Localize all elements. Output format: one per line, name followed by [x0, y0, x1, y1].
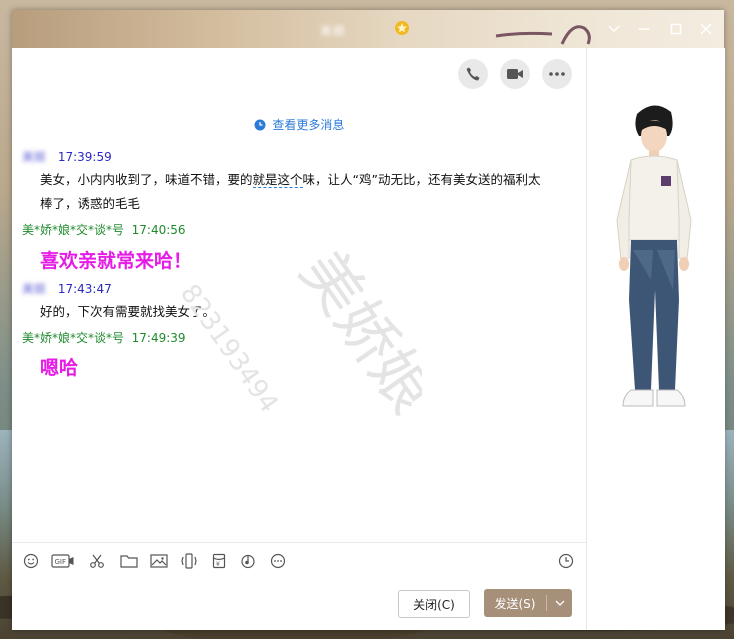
gif-icon: GIF: [51, 554, 74, 568]
minimize-icon: [639, 28, 649, 30]
svg-text:¥: ¥: [216, 561, 220, 568]
message-text: 喜欢亲就常来哈！: [40, 250, 193, 272]
vip-star-icon[interactable]: [394, 20, 410, 39]
chat-panel: 查看更多消息 美姬 17:39:59 美女，小内内收到了，味道不错，要的就是这个…: [12, 48, 586, 630]
voice-call-button[interactable]: [458, 59, 488, 89]
chevron-down-icon: [608, 25, 620, 33]
send-options-dropdown[interactable]: [547, 589, 572, 617]
image-icon: [150, 554, 168, 568]
clock-icon: [254, 119, 266, 131]
message-header: 美*娇*娘*交*谈*号 17:40:56: [22, 221, 186, 238]
history-clock-icon: [558, 553, 574, 569]
message-time: 17:39:59: [57, 150, 112, 164]
scissors-icon: [90, 554, 104, 568]
message-time: 17:49:39: [131, 331, 186, 345]
message-text: 嗯哈: [40, 357, 79, 379]
view-more-messages-link[interactable]: 查看更多消息: [12, 116, 586, 133]
red-packet-icon: ¥: [212, 553, 226, 569]
sender-name: 美*娇*娘*交*谈*号: [22, 331, 125, 345]
send-image-button[interactable]: [148, 550, 170, 572]
minimize-button[interactable]: [634, 19, 654, 39]
send-button[interactable]: 发送(S): [484, 589, 572, 617]
send-button-label: 发送(S): [494, 596, 536, 611]
music-button[interactable]: [237, 550, 259, 572]
background-scribble: [495, 25, 591, 45]
shake-icon: [181, 553, 197, 569]
message-header: 美*娇*娘*交*谈*号 17:49:39: [22, 329, 186, 346]
message-header: 美姬 17:39:59: [22, 148, 112, 165]
svg-text:GIF: GIF: [55, 558, 67, 566]
message-history-button[interactable]: [555, 550, 577, 572]
chevron-down-icon: [555, 600, 564, 606]
sender-name: 美姬: [22, 150, 47, 164]
sender-name: 美姬: [22, 282, 47, 296]
music-icon: [241, 554, 255, 569]
maximize-icon: [670, 23, 682, 35]
emoji-icon: [23, 553, 39, 569]
message-time: 17:43:47: [57, 282, 112, 296]
close-button[interactable]: 关闭(C): [398, 590, 470, 618]
watermark-text: 美娇娘: [286, 239, 422, 427]
send-file-button[interactable]: [118, 550, 140, 572]
video-call-button[interactable]: [500, 59, 530, 89]
more-icon: [549, 72, 565, 76]
close-icon: [700, 23, 712, 35]
emoji-button[interactable]: [20, 550, 42, 572]
more-icon: [270, 553, 286, 569]
view-more-messages-text: 查看更多消息: [272, 118, 345, 132]
phone-icon: [466, 67, 480, 81]
close-button-label: 关闭(C): [413, 597, 455, 612]
maximize-button[interactable]: [666, 19, 686, 39]
avatar-figure-icon: [616, 105, 692, 407]
keyword-link[interactable]: 就是这个: [252, 172, 303, 188]
skin-button[interactable]: [604, 19, 624, 39]
input-divider: [12, 542, 586, 543]
video-call-icon: [507, 69, 523, 79]
message-time: 17:40:56: [131, 223, 186, 237]
folder-icon: [120, 555, 138, 568]
more-tools-button[interactable]: [267, 550, 289, 572]
screenshot-button[interactable]: [86, 550, 108, 572]
gif-button[interactable]: GIF: [50, 550, 76, 572]
shake-button[interactable]: [178, 550, 200, 572]
close-window-button[interactable]: [696, 19, 716, 39]
message-text: 好的，下次有需要就找美女了。: [40, 304, 216, 319]
watermark: 美娇娘 823193494: [174, 239, 422, 427]
avatar-panel: [586, 48, 725, 630]
red-packet-button[interactable]: ¥: [208, 550, 230, 572]
message-header: 美姬 17:43:47: [22, 280, 112, 297]
message-text: 美女，小内内收到了，味道不错，要的就是这个味，让人“鸡”动无比，还有美女送的福利…: [40, 172, 541, 211]
contact-name: 美姬: [320, 24, 347, 38]
more-actions-button[interactable]: [542, 59, 572, 89]
title-bar[interactable]: 美姬: [12, 10, 724, 48]
chat-window: 美姬 查看更多消息 美姬 17:39:59 美女，小内内收到了，味道不错，要的就…: [12, 10, 725, 630]
sender-name: 美*娇*娘*交*谈*号: [22, 223, 125, 237]
